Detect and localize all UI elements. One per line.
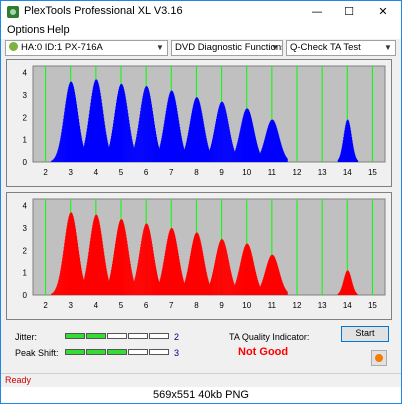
image-caption: 569x551 40kb PNG bbox=[1, 387, 401, 403]
x-tick-label: 12 bbox=[293, 301, 302, 310]
ta-quality-label: TA Quality Indicator: bbox=[229, 332, 310, 342]
meter-segment bbox=[107, 333, 127, 339]
x-tick-label: 11 bbox=[268, 301, 277, 310]
chevron-down-icon: ▼ bbox=[271, 43, 279, 52]
close-icon: ✕ bbox=[378, 5, 388, 18]
toolbar: HA:0 ID:1 PX-716A ▼ DVD Diagnostic Funct… bbox=[1, 39, 401, 59]
minimize-button[interactable]: — bbox=[303, 3, 331, 21]
meter-segment bbox=[65, 349, 85, 355]
peak-shift-value: 3 bbox=[174, 348, 180, 358]
jitter-label: Jitter: bbox=[15, 332, 38, 342]
drive-icon bbox=[9, 42, 18, 51]
land-chart-panel: 0 1 2 3 4 2 3 4 5 6 7 8 9 10 11 12 13 14 15 bbox=[6, 59, 392, 187]
x-tick-label: 11 bbox=[268, 168, 277, 177]
x-tick-label: 14 bbox=[343, 168, 352, 177]
test-select[interactable]: Q-Check TA Test ▼ bbox=[286, 40, 396, 56]
meter-segment bbox=[149, 349, 169, 355]
meter-segment bbox=[65, 333, 85, 339]
x-tick-label: 15 bbox=[368, 168, 377, 177]
chevron-down-icon: ▼ bbox=[384, 43, 392, 52]
chart-svg: 012342 3 4 5 6 7 8 9 10 11 12 13 14 15 bbox=[23, 65, 386, 177]
y-tick-label: 3 bbox=[23, 224, 28, 233]
y-tick-label: 3 bbox=[23, 91, 28, 100]
x-tick-label: 13 bbox=[318, 168, 327, 177]
chevron-down-icon: ▼ bbox=[156, 43, 164, 52]
x-tick-label: 15 bbox=[368, 301, 377, 310]
x-tick-label: 7 bbox=[169, 168, 174, 177]
x-tick-label: 9 bbox=[219, 301, 224, 310]
x-tick-label: 6 bbox=[144, 168, 149, 177]
x-tick-label: 8 bbox=[194, 168, 199, 177]
x-tick-label: 9 bbox=[219, 168, 224, 177]
peak-shift-label: Peak Shift: bbox=[15, 348, 59, 358]
y-tick-label: 0 bbox=[23, 158, 28, 167]
x-tick-label: 10 bbox=[242, 168, 251, 177]
chart-svg: 012342 3 4 5 6 7 8 9 10 11 12 13 14 15 bbox=[23, 198, 386, 310]
x-tick-label: 10 bbox=[242, 301, 251, 310]
x-tick-label: 5 bbox=[119, 168, 124, 177]
y-tick-label: 2 bbox=[23, 246, 28, 255]
minimize-icon: — bbox=[311, 5, 323, 18]
x-tick-label: 2 bbox=[43, 301, 48, 310]
test-select-value: Q-Check TA Test bbox=[290, 42, 361, 53]
data-bar bbox=[357, 160, 359, 162]
menu-help[interactable]: Help bbox=[47, 24, 70, 36]
y-tick-label: 2 bbox=[23, 113, 28, 122]
app-window: PlexTools Professional XL V3.16 — ☐ ✕ Op… bbox=[0, 0, 402, 404]
y-tick-label: 1 bbox=[23, 136, 28, 145]
y-tick-label: 0 bbox=[23, 291, 28, 300]
data-bar bbox=[286, 158, 288, 162]
close-button[interactable]: ✕ bbox=[369, 3, 397, 21]
meter-segment bbox=[86, 333, 106, 339]
meter-segment bbox=[128, 333, 148, 339]
y-tick-label: 4 bbox=[23, 69, 28, 78]
data-bar bbox=[286, 291, 288, 295]
info-button[interactable] bbox=[371, 350, 387, 366]
menu-options[interactable]: Options bbox=[7, 24, 45, 36]
status-bar: Ready bbox=[1, 373, 401, 388]
ta-quality-result: Not Good bbox=[238, 346, 289, 358]
x-tick-label: 7 bbox=[169, 301, 174, 310]
function-select[interactable]: DVD Diagnostic Functions ▼ bbox=[171, 40, 283, 56]
function-select-value: DVD Diagnostic Functions bbox=[175, 42, 283, 53]
x-tick-label: 3 bbox=[68, 301, 73, 310]
status-text: Ready bbox=[5, 375, 32, 385]
drive-select-value: HA:0 ID:1 PX-716A bbox=[21, 42, 103, 53]
x-tick-label: 14 bbox=[343, 301, 352, 310]
data-bar bbox=[356, 293, 358, 295]
meter-segment bbox=[86, 349, 106, 355]
x-tick-label: 8 bbox=[194, 301, 199, 310]
menu-bar: Options Help bbox=[1, 23, 401, 39]
title-bar[interactable]: PlexTools Professional XL V3.16 — ☐ ✕ bbox=[1, 1, 401, 23]
x-tick-label: 5 bbox=[119, 301, 124, 310]
meter-segment bbox=[107, 349, 127, 355]
app-icon bbox=[7, 6, 19, 18]
window-title: PlexTools Professional XL V3.16 bbox=[24, 5, 183, 17]
pit-chart-panel: 0 1 2 3 4 2 3 4 5 6 7 8 9 10 11 12 13 14 15 bbox=[6, 192, 392, 320]
x-tick-label: 2 bbox=[43, 168, 48, 177]
start-button[interactable]: Start bbox=[341, 326, 389, 342]
x-tick-label: 13 bbox=[318, 301, 327, 310]
x-tick-label: 4 bbox=[94, 301, 99, 310]
x-tick-label: 4 bbox=[94, 168, 99, 177]
y-tick-label: 4 bbox=[23, 202, 28, 211]
meter-segment bbox=[128, 349, 148, 355]
drive-select[interactable]: HA:0 ID:1 PX-716A ▼ bbox=[5, 40, 168, 56]
x-tick-label: 12 bbox=[293, 168, 302, 177]
meter-segment bbox=[149, 333, 169, 339]
x-tick-label: 3 bbox=[68, 168, 73, 177]
maximize-icon: ☐ bbox=[344, 5, 354, 18]
y-tick-label: 1 bbox=[23, 269, 28, 278]
jitter-value: 2 bbox=[174, 332, 180, 342]
x-tick-label: 6 bbox=[144, 301, 149, 310]
maximize-button[interactable]: ☐ bbox=[335, 3, 363, 21]
